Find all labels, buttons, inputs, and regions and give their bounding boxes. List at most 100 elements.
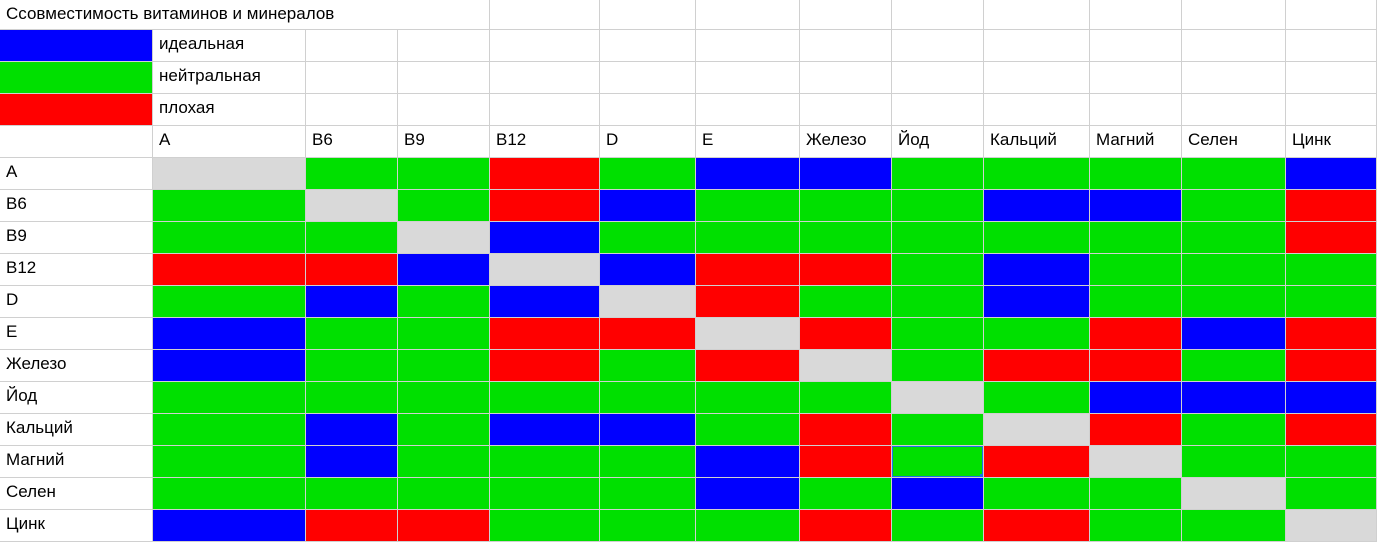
blank-cell[interactable] [800,30,892,62]
data-cell[interactable] [1286,478,1377,510]
data-cell[interactable] [696,222,800,254]
blank-cell[interactable] [696,0,800,30]
data-cell[interactable] [1286,318,1377,350]
data-cell[interactable] [1182,286,1286,318]
col-header-Йод[interactable]: Йод [892,126,984,158]
data-cell[interactable] [696,510,800,542]
data-cell[interactable] [490,254,600,286]
row-header-Йод[interactable]: Йод [0,382,153,414]
row-header-A[interactable]: A [0,158,153,190]
data-cell[interactable] [153,158,306,190]
col-header-B12[interactable]: B12 [490,126,600,158]
data-cell[interactable] [153,350,306,382]
data-cell[interactable] [306,350,398,382]
data-cell[interactable] [1182,478,1286,510]
blank-cell[interactable] [1182,94,1286,126]
data-cell[interactable] [984,286,1090,318]
data-cell[interactable] [600,382,696,414]
data-cell[interactable] [1286,350,1377,382]
data-cell[interactable] [800,414,892,446]
row-header-Магний[interactable]: Магний [0,446,153,478]
data-cell[interactable] [1286,158,1377,190]
data-cell[interactable] [984,446,1090,478]
data-cell[interactable] [984,318,1090,350]
blank-cell[interactable] [490,62,600,94]
blank-cell[interactable] [984,94,1090,126]
data-cell[interactable] [1090,222,1182,254]
data-cell[interactable] [1286,510,1377,542]
data-cell[interactable] [892,254,984,286]
blank-cell[interactable] [1286,0,1377,30]
data-cell[interactable] [600,158,696,190]
data-cell[interactable] [984,414,1090,446]
data-cell[interactable] [398,190,490,222]
data-cell[interactable] [398,158,490,190]
data-cell[interactable] [892,446,984,478]
data-cell[interactable] [1090,382,1182,414]
blank-cell[interactable] [1182,0,1286,30]
data-cell[interactable] [600,446,696,478]
col-header-Селен[interactable]: Селен [1182,126,1286,158]
data-cell[interactable] [398,254,490,286]
data-cell[interactable] [490,350,600,382]
data-cell[interactable] [153,286,306,318]
data-cell[interactable] [984,254,1090,286]
data-cell[interactable] [490,158,600,190]
data-cell[interactable] [800,318,892,350]
data-cell[interactable] [306,382,398,414]
data-cell[interactable] [490,478,600,510]
data-cell[interactable] [1090,286,1182,318]
blank-cell[interactable] [600,0,696,30]
data-cell[interactable] [490,222,600,254]
row-header-Железо[interactable]: Железо [0,350,153,382]
blank-cell[interactable] [800,94,892,126]
data-cell[interactable] [398,446,490,478]
row-header-B6[interactable]: B6 [0,190,153,222]
data-cell[interactable] [398,510,490,542]
data-cell[interactable] [600,478,696,510]
blank-cell[interactable] [1286,62,1377,94]
blank-cell[interactable] [398,30,490,62]
col-header-E[interactable]: E [696,126,800,158]
data-cell[interactable] [306,286,398,318]
data-cell[interactable] [600,254,696,286]
data-cell[interactable] [800,190,892,222]
data-cell[interactable] [306,478,398,510]
data-cell[interactable] [1182,350,1286,382]
blank-cell[interactable] [892,30,984,62]
blank-cell[interactable] [984,30,1090,62]
data-cell[interactable] [600,190,696,222]
data-cell[interactable] [696,286,800,318]
data-cell[interactable] [490,446,600,478]
blank-cell[interactable] [600,30,696,62]
data-cell[interactable] [1286,446,1377,478]
data-cell[interactable] [153,510,306,542]
data-cell[interactable] [1090,350,1182,382]
row-header-Селен[interactable]: Селен [0,478,153,510]
blank-cell[interactable] [490,94,600,126]
data-cell[interactable] [984,510,1090,542]
data-cell[interactable] [398,222,490,254]
blank-cell[interactable] [1090,0,1182,30]
col-header-B9[interactable]: B9 [398,126,490,158]
data-cell[interactable] [696,382,800,414]
data-cell[interactable] [1286,222,1377,254]
data-cell[interactable] [600,222,696,254]
data-cell[interactable] [1182,414,1286,446]
blank-cell[interactable] [1090,62,1182,94]
data-cell[interactable] [800,254,892,286]
data-cell[interactable] [490,510,600,542]
data-cell[interactable] [306,158,398,190]
blank-cell[interactable] [600,94,696,126]
blank-cell[interactable] [1182,30,1286,62]
blank-cell[interactable] [892,0,984,30]
blank-cell[interactable] [306,30,398,62]
row-header-B9[interactable]: B9 [0,222,153,254]
data-cell[interactable] [1182,510,1286,542]
data-cell[interactable] [153,318,306,350]
data-cell[interactable] [1090,158,1182,190]
data-cell[interactable] [1286,286,1377,318]
data-cell[interactable] [490,414,600,446]
data-cell[interactable] [1286,190,1377,222]
data-cell[interactable] [1182,222,1286,254]
